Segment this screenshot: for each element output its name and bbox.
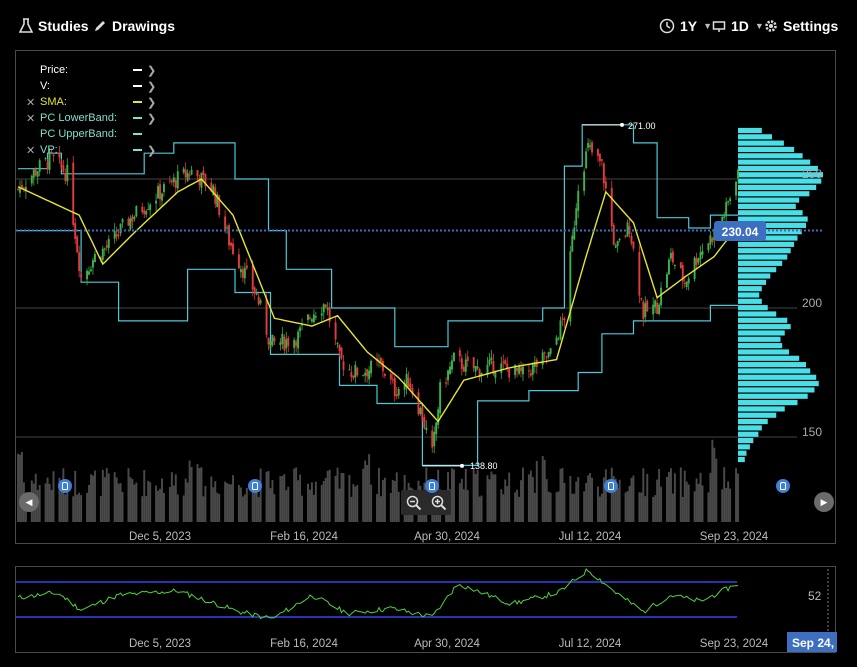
remove-study-icon[interactable]: ✕ — [26, 96, 35, 109]
candle-interval-icon — [712, 21, 726, 32]
legend-swatch — [133, 133, 142, 135]
earnings-marker-icon[interactable] — [604, 479, 618, 493]
settings-label: Settings — [783, 18, 839, 34]
legend-swatch — [133, 85, 142, 87]
remove-study-icon[interactable]: ✕ — [26, 112, 35, 125]
legend-item[interactable]: Price: ❯ — [17, 62, 162, 78]
zoom-controls — [401, 490, 451, 515]
legend-label: Price: — [40, 64, 69, 76]
range-label: 1Y — [680, 18, 698, 34]
legend-swatch — [133, 149, 142, 151]
scroll-left-button[interactable]: ◀ — [19, 492, 39, 512]
studies-button[interactable]: Studies — [19, 15, 89, 37]
legend-label: V: — [40, 80, 50, 92]
legend-item[interactable]: V: ❯ — [17, 78, 162, 94]
chevron-down-icon: ▼ — [703, 21, 713, 31]
settings-button[interactable]: Settings — [764, 15, 838, 37]
chevron-down-icon: ▼ — [754, 21, 764, 31]
chevron-right-icon[interactable]: ❯ — [147, 64, 156, 77]
zoom-out-icon[interactable] — [406, 495, 422, 511]
interval-label: 1D — [731, 18, 749, 34]
legend-label: PC UpperBand: — [40, 128, 118, 140]
legend-item[interactable]: ✕ SMA: ❯ — [17, 94, 162, 110]
drawings-label: Drawings — [112, 18, 176, 34]
range-selector[interactable]: 1Y ▼ — [659, 15, 712, 37]
flask-icon — [19, 18, 33, 33]
pencil-icon — [95, 21, 105, 31]
earnings-marker-icon[interactable] — [58, 479, 72, 493]
legend-item[interactable]: PC UpperBand: — [17, 126, 162, 142]
legend-label: VP: — [40, 144, 58, 156]
chevron-right-icon[interactable]: ❯ — [147, 144, 156, 157]
chevron-right-icon[interactable]: ❯ — [147, 80, 156, 93]
legend-swatch — [133, 117, 142, 119]
gear-icon — [765, 20, 777, 32]
chevron-right-icon[interactable]: ❯ — [147, 112, 156, 125]
drawings-button[interactable]: Drawings — [93, 15, 175, 37]
legend-item[interactable]: ✕ VP: ❯ — [17, 142, 162, 158]
legend-label: PC LowerBand: — [40, 112, 118, 124]
chevron-right-icon[interactable]: ❯ — [147, 96, 156, 109]
chart-legend: Price: ❯ V: ❯ ✕ SMA: ❯ ✕ PC LowerBand: ❯ PC UpperB… — [17, 62, 162, 158]
earnings-marker-icon[interactable] — [776, 479, 790, 493]
remove-study-icon[interactable]: ✕ — [26, 144, 35, 157]
interval-selector[interactable]: 1D ▼ — [712, 15, 764, 37]
earnings-marker-icon[interactable] — [425, 479, 439, 493]
rsi-panel[interactable] — [15, 566, 836, 653]
studies-label: Studies — [38, 18, 89, 34]
legend-swatch — [133, 101, 142, 103]
legend-swatch — [133, 69, 142, 71]
legend-label: SMA: — [40, 96, 67, 108]
earnings-marker-icon[interactable] — [248, 479, 262, 493]
zoom-in-icon[interactable] — [431, 495, 447, 511]
clock-icon — [659, 18, 675, 34]
legend-item[interactable]: ✕ PC LowerBand: ❯ — [17, 110, 162, 126]
scroll-right-button[interactable]: ▶ — [814, 492, 834, 512]
